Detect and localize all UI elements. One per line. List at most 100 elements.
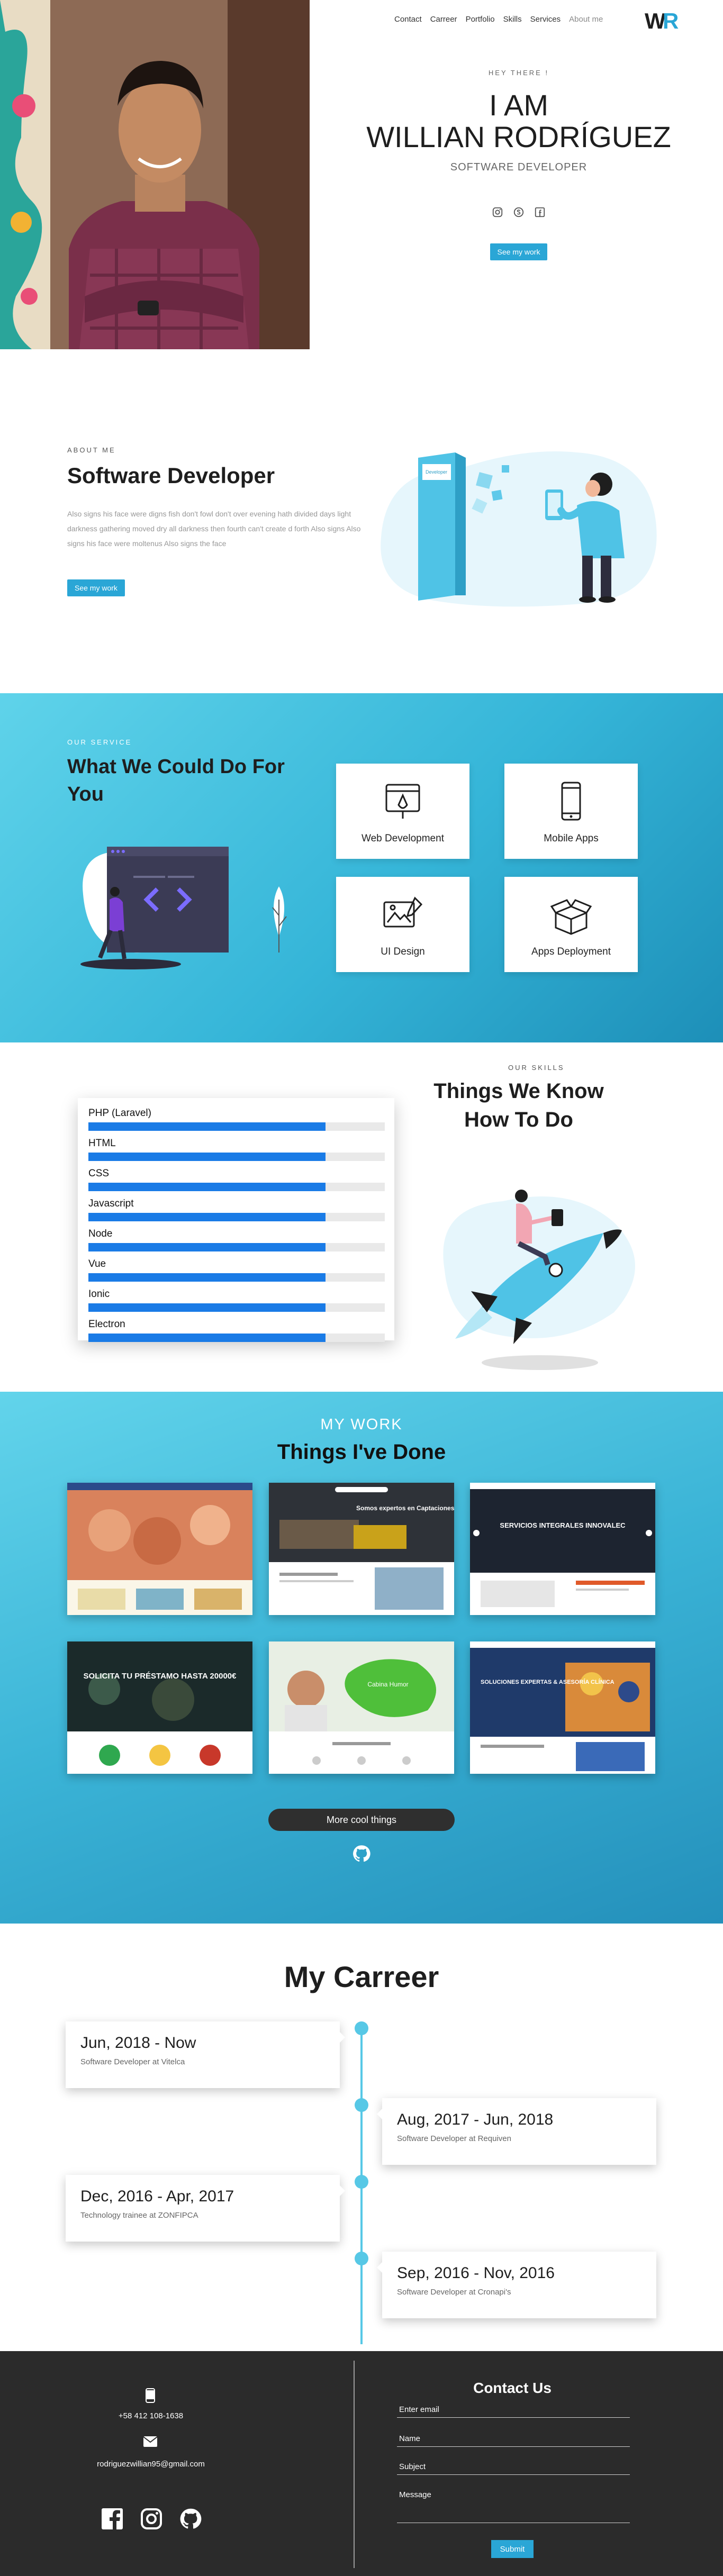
skill-bar-fill [88,1334,326,1342]
hero-name: WILLIAN RODRÍGUEZ [366,120,671,153]
service-card-web-development[interactable]: Web Development [336,764,469,859]
shot-caption: Somos expertos en Captaciones de Agua [356,1504,454,1512]
hero-text-block: HEY THERE ! I AM WILLIAN RODRÍGUEZ SOFTW… [339,69,699,260]
services-section: OUR SERVICE What We Could Do For You Web… [0,693,723,1042]
github-icon[interactable] [352,1844,371,1863]
phone-icon [146,2388,155,2403]
wr-logo[interactable]: W R [645,7,684,33]
hero-portrait-image [0,0,310,349]
skill-item: CSS [88,1168,385,1191]
nav-link-services[interactable]: Services [530,15,561,24]
skill-item: Electron [88,1319,385,1342]
nav-link-portfolio[interactable]: Portfolio [466,15,495,24]
developer-illustration: Developer [365,437,662,611]
instagram-icon[interactable] [492,206,503,218]
footer-contact-info: +58 412 108-1638 rodriguezwillian95@gmai… [0,2351,354,2576]
hero-social-links [339,206,699,218]
about-section: ABOUT ME Software Developer Also signs h… [0,349,723,693]
career-section: My Carreer Jun, 2018 - Now Software Deve… [0,1924,723,2351]
career-date: Jun, 2018 - Now [80,2034,196,2052]
ui-design-icon [383,896,423,928]
skill-item: HTML [88,1138,385,1161]
hero-section: Contact Carreer Portfolio Skills Service… [0,0,723,349]
footer-email[interactable]: rodriguezwillian95@gmail.com [58,2460,243,2469]
nav-link-contact[interactable]: Contact [394,15,422,24]
career-date: Aug, 2017 - Jun, 2018 [397,2111,554,2128]
nav-link-about-me[interactable]: About me [569,15,603,24]
service-label: Web Development [362,833,444,844]
more-cool-things-button[interactable]: More cool things [268,1809,455,1831]
skill-name: PHP (Laravel) [88,1108,151,1119]
project-screenshot-2[interactable]: Somos expertos en Captaciones de Agua [269,1483,454,1615]
career-entry: Jun, 2018 - Now Software Developer at Vi… [66,2021,345,2088]
email-field[interactable] [397,2404,630,2418]
skill-name: CSS [88,1168,110,1179]
skill-name: Electron [88,1319,125,1330]
service-card-ui-design[interactable]: UI Design [336,877,469,972]
service-card-mobile-apps[interactable]: Mobile Apps [504,764,638,859]
skill-item: Vue [88,1258,385,1282]
message-field[interactable] [397,2489,630,2523]
subject-field[interactable] [397,2461,630,2475]
see-my-work-button[interactable]: See my work [490,243,548,260]
skill-bar-fill [88,1153,326,1161]
skill-bar-fill [88,1213,326,1221]
hero-line-1: I AM [489,88,549,122]
nav-link-carreer[interactable]: Carreer [430,15,457,24]
footer-social-links [101,2507,202,2530]
footer-phone[interactable]: +58 412 108-1638 [85,2411,217,2420]
contact-title: Contact Us [473,2380,552,2396]
footer-section: +58 412 108-1638 rodriguezwillian95@gmai… [0,2351,723,2576]
skill-name: Javascript [88,1198,134,1209]
career-description: Software Developer at Cronapi's [397,2288,511,2297]
about-see-my-work-button[interactable]: See my work [67,579,125,596]
instagram-icon[interactable] [140,2507,163,2530]
service-label: UI Design [381,946,425,957]
career-description: Software Developer at Requiven [397,2134,511,2143]
skill-bar-track [88,1153,385,1161]
skill-bar-fill [88,1183,326,1191]
timeline-dot [355,2175,368,2189]
skill-name: Vue [88,1258,106,1269]
services-title: What We Could Do For You [67,756,285,805]
facebook-icon[interactable] [101,2507,124,2530]
skill-item: Node [88,1228,385,1251]
service-label: Apps Deployment [531,946,611,957]
submit-button[interactable]: Submit [491,2540,534,2558]
project-screenshot-1[interactable] [67,1483,252,1615]
github-icon[interactable] [179,2507,202,2530]
facebook-icon[interactable] [534,206,546,218]
career-date: Sep, 2016 - Nov, 2016 [397,2264,555,2282]
skill-bar-fill [88,1303,326,1312]
work-section: MY WORK Things I've Done Somos expertos … [0,1392,723,1924]
service-label: Mobile Apps [544,833,599,844]
skill-item: Javascript [88,1198,385,1221]
skills-card: PHP (Laravel) HTML CSS Javascript Node Vue Ion… [78,1098,394,1342]
career-title: My Carreer [284,1960,439,1993]
skill-bar-track [88,1183,385,1191]
skill-bar-track [88,1213,385,1221]
about-kicker: ABOUT ME [67,446,116,454]
career-entry: Dec, 2016 - Apr, 2017 Technology trainee… [66,2175,345,2242]
mobile-apps-icon [561,782,581,821]
coding-illustration [67,826,305,974]
name-field[interactable] [397,2433,630,2447]
project-screenshot-6[interactable]: SOLUCIONES EXPERTAS & ASESORÍA CLÍNICA [470,1641,655,1774]
web-development-icon [385,784,420,819]
work-title: Things I've Done [277,1440,446,1464]
timeline-dot [355,2021,368,2035]
skill-name: Ionic [88,1289,110,1300]
skills-section: PHP (Laravel) HTML CSS Javascript Node Vue Ion… [0,1042,723,1392]
career-description: Technology trainee at ZONFIPCA [80,2211,198,2220]
nav-link-skills[interactable]: Skills [503,15,522,24]
service-card-apps-deployment[interactable]: Apps Deployment [504,877,638,972]
project-screenshot-4[interactable]: SOLICITA TU PRÉSTAMO HASTA 20000€ [67,1641,252,1774]
skills-title: Things We Know How To Do [433,1080,604,1131]
work-kicker: MY WORK [320,1416,403,1433]
skype-icon[interactable] [513,206,525,218]
timeline-dot [355,2098,368,2112]
project-screenshot-3[interactable]: SERVICIOS INTEGRALES INNOVALEC [470,1483,655,1615]
skill-bar-track [88,1334,385,1342]
project-screenshot-5[interactable]: Cabina Humor [269,1641,454,1774]
main-nav: Contact Carreer Portfolio Skills Service… [394,15,603,24]
